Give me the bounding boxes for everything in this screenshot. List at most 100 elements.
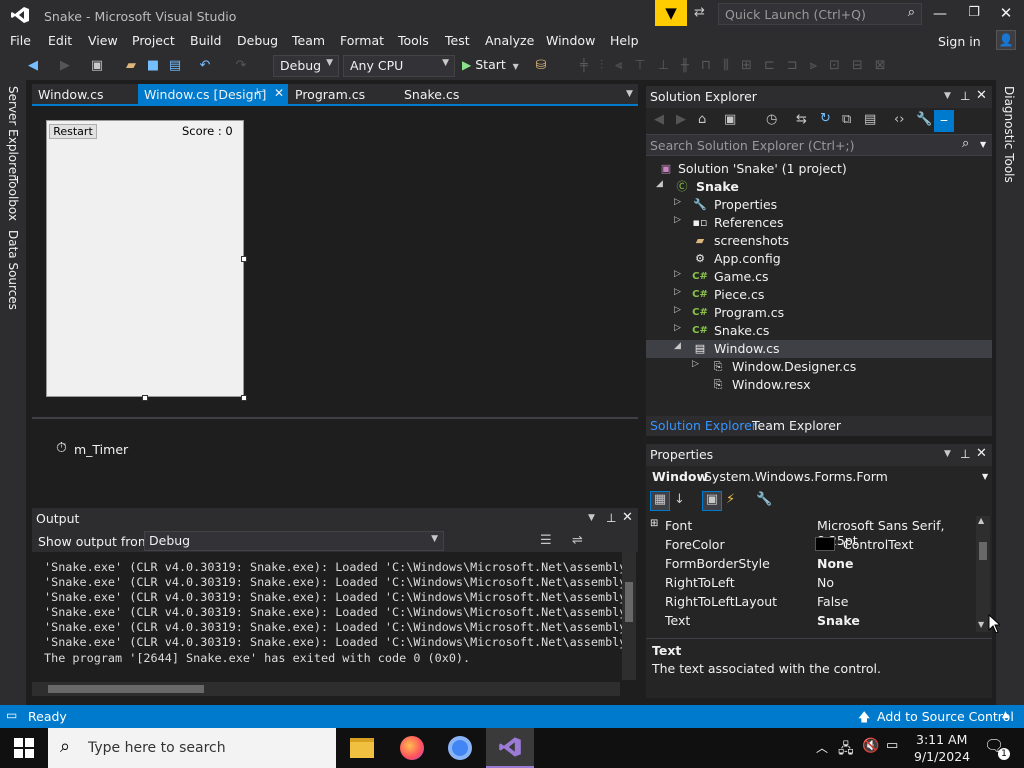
attach-icon[interactable]: ⛁	[532, 57, 550, 75]
visual-studio-taskbar-icon[interactable]	[486, 728, 534, 768]
tree-item-solution[interactable]: ▣ Solution 'Snake' (1 project)	[646, 160, 992, 178]
scroll-up-icon[interactable]: ▲	[978, 516, 984, 525]
undo-icon[interactable]: ↶	[196, 57, 214, 75]
tree-item-window-cs[interactable]: ◢ ▤ Window.cs	[646, 340, 992, 358]
display-icon[interactable]: ▭	[886, 738, 898, 753]
expand-plus-icon[interactable]: ⊞	[650, 518, 658, 529]
resize-handle-corner[interactable]	[241, 395, 247, 401]
expanded-arrow-icon[interactable]: ◢	[656, 179, 663, 189]
minimize-button[interactable]: —	[930, 6, 950, 24]
prop-row-font[interactable]: ⊞ Font Microsoft Sans Serif, 8.25pt	[646, 516, 976, 548]
pin-icon[interactable]: ⊥	[960, 89, 970, 103]
collapsed-arrow-icon[interactable]: ▷	[674, 197, 681, 207]
sync-icon[interactable]: ⇆	[796, 112, 807, 127]
chevron-down-icon[interactable]: ▼	[588, 513, 595, 523]
se-search-input[interactable]: Search Solution Explorer (Ctrl+;) ⌕ ▼	[646, 134, 992, 156]
tree-item-piece-cs[interactable]: ▷ C# Piece.cs	[646, 286, 992, 304]
tab-snake-cs[interactable]: Snake.cs	[398, 84, 488, 106]
timer-label[interactable]: m_Timer	[74, 442, 128, 457]
tree-item-window-resx[interactable]: ⎘ Window.resx	[646, 376, 992, 394]
quick-launch-input[interactable]: Quick Launch (Ctrl+Q) ⌕	[718, 3, 922, 25]
resize-handle-right[interactable]	[241, 256, 247, 262]
tray-overflow-icon[interactable]: ︿	[816, 739, 828, 756]
menu-format[interactable]: Format	[340, 33, 384, 48]
firefox-icon[interactable]	[400, 736, 424, 760]
feedback-filter-icon[interactable]: ▼	[655, 0, 687, 26]
network-icon[interactable]: 🖧	[838, 738, 854, 762]
toolbox-tab[interactable]: Toolbox	[6, 176, 20, 221]
alphabetical-icon[interactable]: ↓	[674, 492, 685, 507]
collapsed-arrow-icon[interactable]: ▷	[674, 323, 681, 333]
config-dropdown[interactable]: Debug ▼	[273, 55, 339, 77]
start-button[interactable]: ▶ Start ▼	[462, 57, 524, 75]
chevron-down-icon[interactable]: ▼	[944, 91, 951, 101]
refresh-icon[interactable]: ↻	[820, 111, 831, 126]
tab-team-explorer[interactable]: Team Explorer	[752, 418, 841, 433]
menu-edit[interactable]: Edit	[48, 33, 72, 48]
output-source-dropdown[interactable]: Debug ▼	[144, 531, 444, 551]
save-icon[interactable]: ■	[144, 57, 162, 75]
collapsed-arrow-icon[interactable]: ▷	[674, 269, 681, 279]
home-icon[interactable]: ⌂	[698, 112, 706, 127]
pin-icon[interactable]: ⊢	[256, 87, 265, 98]
prop-row-formborderstyle[interactable]: FormBorderStyle None	[646, 554, 976, 573]
word-wrap-icon[interactable]: ⇌	[572, 533, 583, 548]
tree-item-program-cs[interactable]: ▷ C# Program.cs	[646, 304, 992, 322]
categorized-icon[interactable]: ▦	[650, 491, 670, 511]
tree-item-snake-cs[interactable]: ▷ C# Snake.cs	[646, 322, 992, 340]
menu-team[interactable]: Team	[292, 33, 325, 48]
tree-item-project[interactable]: ◢ Ⓒ Snake	[646, 178, 992, 196]
redo-icon[interactable]: ↷	[232, 57, 250, 75]
platform-dropdown[interactable]: Any CPU ▼	[343, 55, 455, 77]
tree-item-app-config[interactable]: ⚙ App.config	[646, 250, 992, 268]
prop-row-text[interactable]: Text Snake	[646, 611, 976, 630]
tab-window-design[interactable]: Window.cs [Design] ⊢ ✕	[138, 84, 288, 106]
data-sources-tab[interactable]: Data Sources	[6, 230, 20, 310]
save-all-icon[interactable]: ▤	[166, 57, 184, 75]
back-icon[interactable]: ◀	[24, 57, 42, 75]
events-lightning-icon[interactable]: ⚡	[726, 492, 735, 507]
tab-window-cs[interactable]: Window.cs	[32, 84, 138, 106]
close-icon[interactable]: ✕	[622, 510, 633, 525]
preview-selected-icon[interactable]: ⎯	[934, 110, 954, 132]
collapsed-arrow-icon[interactable]: ▷	[692, 359, 699, 369]
close-icon[interactable]: ✕	[976, 88, 987, 103]
show-all-files-icon[interactable]: ▤	[864, 112, 876, 127]
chevron-down-icon[interactable]: ▼	[980, 140, 986, 149]
server-explorer-tab[interactable]: Server Explorer	[6, 86, 20, 179]
collapsed-arrow-icon[interactable]: ▷	[674, 215, 681, 225]
taskbar-date[interactable]: 9/1/2024	[914, 749, 970, 764]
menu-view[interactable]: View	[88, 33, 118, 48]
chevron-up-icon[interactable]: ▲	[1002, 710, 1009, 720]
props-object-selector[interactable]: Window System.Windows.Forms.Form ▼	[646, 466, 992, 488]
output-horizontal-scrollbar[interactable]	[32, 682, 620, 696]
tab-overflow-chevron-icon[interactable]: ▼	[626, 89, 633, 99]
menu-analyze[interactable]: Analyze	[485, 33, 534, 48]
expanded-arrow-icon[interactable]: ◢	[674, 341, 681, 351]
notifications-icon[interactable]: ⇄	[694, 5, 712, 23]
tab-program-cs[interactable]: Program.cs	[289, 84, 389, 106]
restart-button[interactable]: Restart	[49, 124, 97, 139]
output-vertical-scrollbar[interactable]	[622, 552, 636, 680]
diagnostic-tools-tab[interactable]: Diagnostic Tools	[1002, 86, 1016, 183]
history-icon[interactable]: ◷	[766, 112, 777, 127]
menu-file[interactable]: File	[10, 33, 31, 48]
property-pages-icon[interactable]: 🔧	[756, 492, 772, 507]
score-label[interactable]: Score : 0	[182, 124, 233, 138]
tree-item-properties[interactable]: ▷ 🔧 Properties	[646, 196, 992, 214]
prop-row-righttoleft[interactable]: RightToLeft No	[646, 573, 976, 592]
taskbar-time[interactable]: 3:11 AM	[916, 732, 967, 747]
view-code-icon[interactable]: ‹›	[894, 112, 904, 127]
menu-build[interactable]: Build	[190, 33, 221, 48]
tab-solution-explorer[interactable]: Solution Explorer	[650, 418, 757, 433]
collapsed-arrow-icon[interactable]: ▷	[674, 287, 681, 297]
menu-project[interactable]: Project	[132, 33, 175, 48]
menu-window[interactable]: Window	[546, 33, 595, 48]
properties-view-icon[interactable]: ▣	[702, 491, 722, 511]
prop-row-forecolor[interactable]: ForeColor ControlText	[646, 535, 976, 554]
restore-button[interactable]: ❐	[964, 5, 984, 23]
source-control-link[interactable]: Add to Source Control	[877, 709, 1014, 724]
forward-icon[interactable]: ▶	[56, 57, 74, 75]
taskbar-search-box[interactable]: ⌕ Type here to search	[48, 728, 336, 768]
pin-icon[interactable]: ⊥	[606, 511, 616, 525]
